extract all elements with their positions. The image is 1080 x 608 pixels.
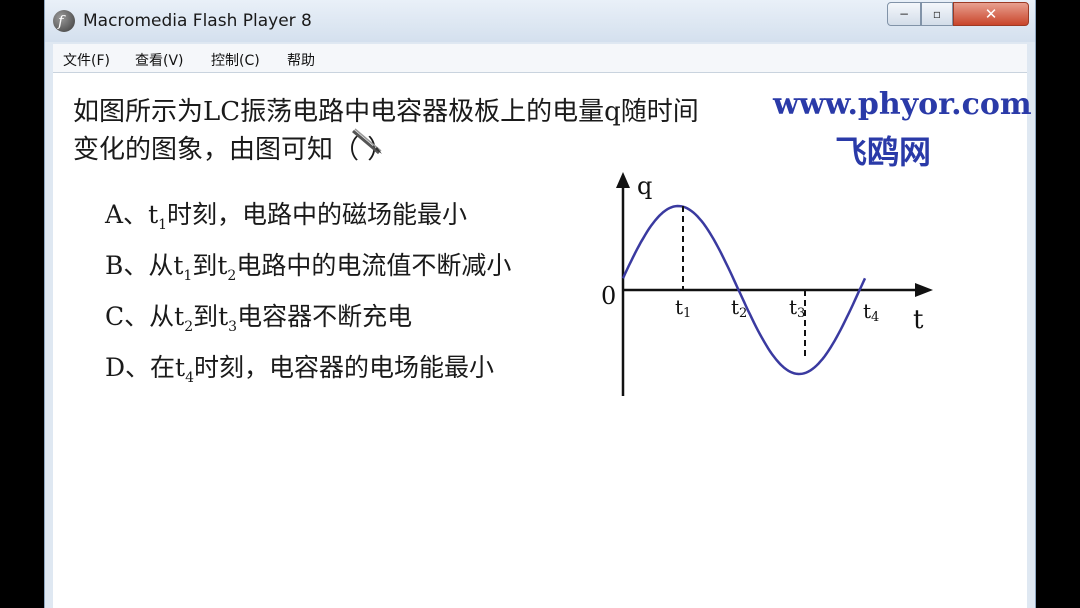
menu-help[interactable]: 帮助: [287, 50, 315, 70]
brand-url: www.phyor.com: [773, 87, 1032, 122]
lc-charge-graph: q t 0 t1 t2 t3 t4: [601, 172, 933, 396]
y-axis-arrow-icon: [616, 172, 630, 188]
x-axis-arrow-icon: [915, 283, 933, 297]
menu-control[interactable]: 控制(C): [211, 50, 260, 70]
question-line-1: 如图所示为LC振荡电路中电容器极板上的电量q随时间: [73, 97, 699, 127]
option-text: t: [174, 302, 185, 331]
close-button[interactable]: ✕: [953, 2, 1029, 26]
option-text: t: [173, 251, 184, 280]
x-axis-label: t: [913, 305, 924, 335]
origin-label: 0: [601, 282, 616, 310]
tick-t3: t3: [789, 295, 805, 321]
flash-app-icon: f: [53, 10, 75, 32]
option-prefix: D、在: [105, 353, 176, 382]
menu-view[interactable]: 查看(V): [135, 50, 184, 70]
tick-t1: t1: [675, 295, 691, 321]
option-subscript: 4: [185, 370, 195, 386]
minimize-button[interactable]: −: [887, 2, 921, 26]
option-text: 时刻，电容器的电场能最小: [194, 353, 495, 382]
option-prefix: A、: [105, 200, 149, 229]
option-subscript: 3: [228, 319, 238, 335]
menu-file[interactable]: 文件(F): [63, 50, 110, 70]
option-subscript: 1: [158, 217, 168, 233]
app-window: f Macromedia Flash Player 8 − ▫ ✕ 文件(F) …: [44, 0, 1036, 608]
tick-t2: t2: [731, 295, 747, 321]
option-prefix: C、从: [105, 302, 175, 331]
tick-t4: t4: [863, 299, 879, 325]
option-prefix: B、从: [105, 251, 174, 280]
option-subscript: 2: [184, 319, 194, 335]
option-text: t: [175, 353, 186, 382]
menu-bar: 文件(F) 查看(V) 控制(C) 帮助: [53, 44, 1027, 73]
option-text: t: [148, 200, 159, 229]
maximize-button[interactable]: ▫: [921, 2, 953, 26]
option-text: t: [217, 251, 228, 280]
option-d: D、在t4时刻，电容器的电场能最小: [105, 348, 494, 386]
option-c: C、从t2到t3电容器不断充电: [105, 297, 412, 335]
option-text: 到: [193, 302, 219, 331]
brand-name: 飞鸥网: [835, 133, 932, 171]
option-a: A、t1时刻，电路中的磁场能最小: [105, 195, 467, 233]
option-b: B、从t1到t2电路中的电流值不断减小: [105, 246, 511, 284]
option-text: 时刻，电路中的磁场能最小: [167, 200, 468, 229]
option-subscript: 1: [183, 268, 193, 284]
y-axis-label: q: [637, 172, 652, 200]
pen-cursor-icon: [352, 128, 382, 155]
option-text: 电容器不断充电: [237, 302, 413, 331]
option-text: 到: [192, 251, 218, 280]
option-subscript: 2: [227, 268, 237, 284]
flash-content-area[interactable]: 如图所示为LC振荡电路中电容器极板上的电量q随时间 变化的图象，由图可知（ ） …: [53, 73, 1032, 608]
question-line-2: 变化的图象，由图可知（ ）: [73, 135, 394, 165]
window-title: Macromedia Flash Player 8: [83, 11, 312, 31]
option-text: 电路中的电流值不断减小: [236, 251, 512, 280]
title-bar[interactable]: f Macromedia Flash Player 8 − ▫ ✕: [45, 0, 1035, 42]
option-text: t: [218, 302, 229, 331]
